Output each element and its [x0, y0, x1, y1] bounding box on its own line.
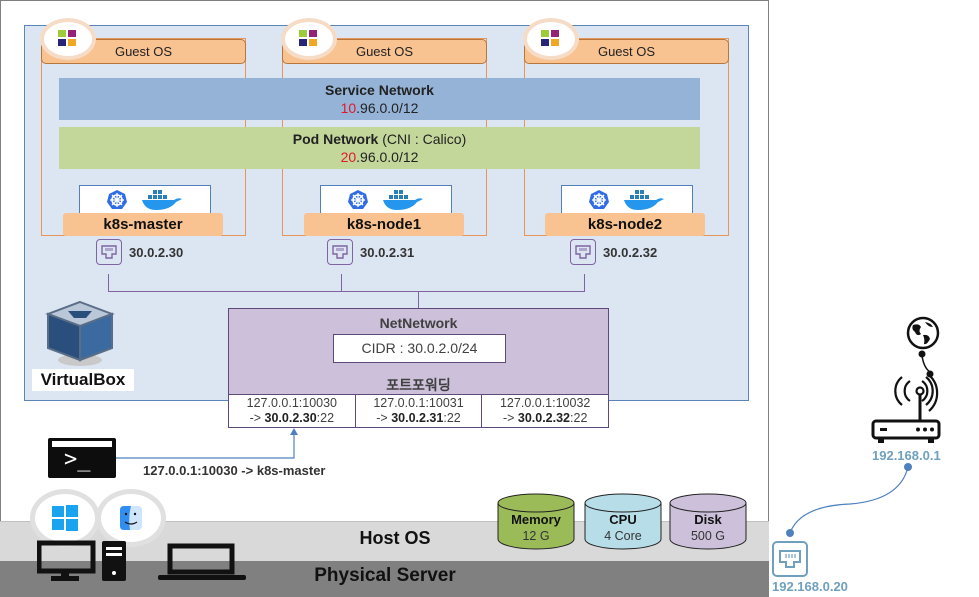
- nat-network-title: NetNetwork: [379, 315, 458, 331]
- nat-network-cidr: CIDR : 30.0.2.0/24: [333, 334, 506, 363]
- port-forwarding-title: 포트포워딩: [386, 377, 451, 393]
- docker-icon: [624, 189, 664, 210]
- guest-os-label: Guest OS: [597, 44, 656, 59]
- resource-name: Memory: [511, 512, 561, 527]
- resource-value: 4 Core: [604, 529, 642, 543]
- ethernet-port-icon: [327, 239, 353, 265]
- kubernetes-icon: [348, 189, 368, 209]
- host-ip-label: 192.168.0.20: [772, 579, 848, 594]
- wifi-router-icon: [871, 375, 941, 443]
- port-forwarding-rule: 127.0.0.1:10031 -> 30.0.2.31:22: [356, 395, 483, 427]
- rule-target: -> 30.0.2.31:22: [356, 411, 482, 426]
- rule-target-port: :22: [443, 411, 461, 425]
- connector-line: [108, 274, 109, 292]
- pod-network-cidr: 20.96.0.0/12: [59, 148, 700, 166]
- kubernetes-icon: [107, 189, 127, 209]
- virtualbox-logo-icon: [45, 300, 115, 366]
- centos-logo-icon: [285, 22, 333, 56]
- cidr-prefix: 20: [340, 149, 357, 165]
- rule-source: 127.0.0.1:10030: [246, 396, 338, 410]
- connector-line: [418, 291, 419, 309]
- terminal-prompt: >_: [64, 447, 91, 472]
- pod-network-cni: (CNI : Calico): [378, 131, 467, 147]
- rule-target-port: :22: [316, 411, 335, 425]
- node-tools-node2: [561, 185, 693, 214]
- connector-line: [341, 274, 342, 292]
- network-cable: [786, 463, 912, 537]
- cpu-resource: CPU 4 Core: [584, 493, 662, 551]
- rule-target-port: :22: [570, 411, 588, 425]
- port-forwarding-rule: 127.0.0.1:10030 -> 30.0.2.30:22: [229, 395, 356, 427]
- docker-icon: [142, 189, 182, 210]
- guest-os-label: Guest OS: [114, 44, 173, 59]
- rule-source: 127.0.0.1:10032: [499, 396, 591, 410]
- rule-target-ip: 30.0.2.32: [517, 411, 571, 425]
- macos-finder-icon: [101, 494, 161, 542]
- cidr-rest: .96.0.0/12: [356, 149, 419, 165]
- connector-line: [108, 291, 585, 292]
- rule-target-ip: 30.0.2.31: [391, 411, 444, 425]
- service-network-band: Service Network 10.96.0.0/12: [59, 78, 700, 120]
- cidr-rest: .96.0.0/12: [356, 100, 419, 116]
- rule-target: -> 30.0.2.30:22: [229, 411, 355, 426]
- resource-value: 12 G: [522, 529, 550, 543]
- laptop-icon: [158, 543, 246, 580]
- port-forwarding-table: 127.0.0.1:10030 -> 30.0.2.30:22 127.0.0.…: [228, 394, 609, 428]
- globe-icon: [906, 316, 940, 350]
- rule-source: 127.0.0.1:10031: [373, 396, 464, 410]
- centos-logo-icon: [44, 22, 92, 56]
- memory-resource: Memory 12 G: [497, 493, 575, 551]
- windows-logo-icon: [35, 494, 95, 542]
- pod-network-band: Pod Network (CNI : Calico) 20.96.0.0/12: [59, 127, 700, 169]
- pod-network-title: Pod Network: [292, 131, 379, 147]
- pod-network-heading: Pod Network (CNI : Calico): [59, 130, 700, 148]
- terminal-icon: >_: [48, 438, 116, 478]
- ssh-connection-arrow: [116, 428, 298, 459]
- node-ip-node2: 30.0.2.32: [603, 245, 658, 260]
- virtualbox-label: VirtualBox: [32, 369, 134, 391]
- rule-arrow: ->: [249, 411, 265, 425]
- service-network-cidr: 10.96.0.0/12: [59, 99, 700, 117]
- guest-os-label: Guest OS: [355, 44, 414, 59]
- docker-icon: [383, 189, 423, 210]
- host-ethernet-port-icon: [772, 541, 808, 577]
- port-forwarding-rule: 127.0.0.1:10032 -> 30.0.2.32:22: [482, 395, 608, 427]
- host-os-label: Host OS: [359, 528, 431, 548]
- service-network-title: Service Network: [325, 82, 434, 98]
- desktop-computer-icon: [37, 540, 126, 581]
- connector-line: [584, 274, 585, 292]
- physical-server-label: Physical Server: [314, 565, 456, 586]
- resource-name: CPU: [609, 512, 637, 527]
- node-ip-master: 30.0.2.30: [129, 245, 184, 260]
- node-tools-node1: [320, 185, 452, 214]
- rule-target: -> 30.0.2.32:22: [482, 411, 608, 426]
- resource-name: Disk: [694, 512, 722, 527]
- node-ip-node1: 30.0.2.31: [360, 245, 415, 260]
- node-tools-master: [79, 185, 211, 214]
- centos-logo-icon: [527, 22, 575, 56]
- ethernet-port-icon: [96, 239, 122, 265]
- node-label-master: k8s-master: [63, 213, 223, 236]
- rule-arrow: ->: [502, 411, 518, 425]
- node-label-node1: k8s-node1: [304, 213, 464, 236]
- disk-resource: Disk 500 G: [669, 493, 747, 551]
- cidr-prefix: 10: [340, 100, 357, 116]
- kubernetes-icon: [589, 189, 609, 209]
- ssh-connection-label: 127.0.0.1:10030 -> k8s-master: [143, 463, 326, 478]
- node-label-node2: k8s-node2: [545, 213, 705, 236]
- resource-value: 500 G: [690, 529, 726, 543]
- nat-network-box: NetNetwork CIDR : 30.0.2.0/24 포트포워딩: [228, 308, 609, 395]
- ethernet-port-icon: [570, 239, 596, 265]
- rule-arrow: ->: [376, 411, 392, 425]
- rule-target-ip: 30.0.2.30: [264, 411, 317, 425]
